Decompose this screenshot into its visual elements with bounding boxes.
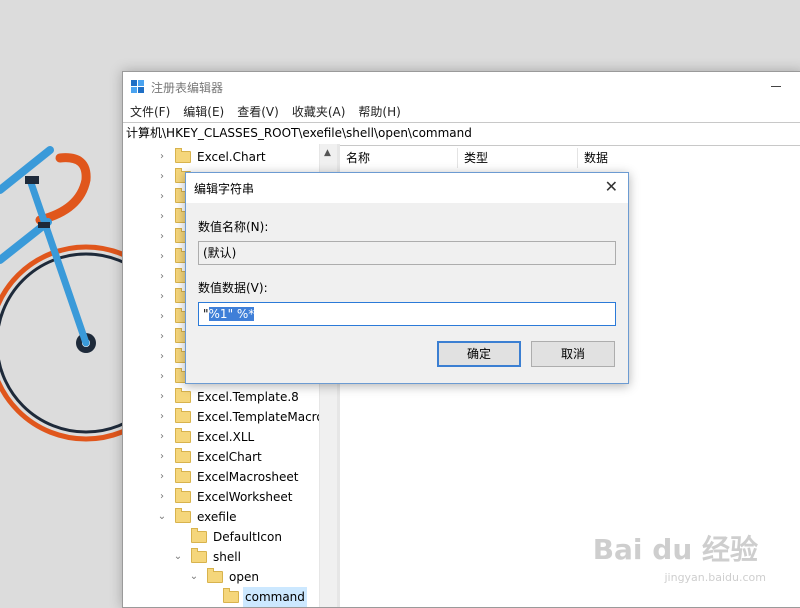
tree-item[interactable]: › ExcelWorksheet xyxy=(157,487,295,507)
tree-item-label: DefaultIcon xyxy=(213,530,282,544)
tree-item[interactable]: ⌄ shell xyxy=(173,547,243,567)
value-data-selection: %1" %* xyxy=(208,307,255,321)
folder-icon xyxy=(175,428,191,443)
column-header-name[interactable]: 名称 xyxy=(340,148,458,168)
window-title: 注册表编辑器 xyxy=(151,81,224,95)
dialog-title: 编辑字符串 xyxy=(194,182,255,196)
value-name-field: (默认) xyxy=(198,241,616,265)
folder-icon xyxy=(191,528,207,543)
dialog-body: 数值名称(N): (默认) 数值数据(V): "%1" %* 确定 取消 xyxy=(186,203,628,383)
column-header-type[interactable]: 类型 xyxy=(458,148,578,168)
folder-icon xyxy=(191,548,207,563)
chevron-right-icon[interactable]: › xyxy=(157,287,167,307)
chevron-right-icon[interactable]: › xyxy=(157,247,167,267)
baidu-watermark-url: jingyan.baidu.com xyxy=(664,571,766,584)
tree-item[interactable]: ⌄ exefile xyxy=(157,507,239,527)
tree-item[interactable]: › ExcelChart xyxy=(157,447,264,467)
chevron-right-icon[interactable]: › xyxy=(157,227,167,247)
chevron-right-icon[interactable]: › xyxy=(157,167,167,187)
tree-item-label: ExcelMacrosheet xyxy=(197,470,299,484)
tree-item[interactable]: › Excel.Chart xyxy=(157,147,268,167)
menu-file[interactable]: 文件(F) xyxy=(123,102,176,122)
menu-help[interactable]: 帮助(H) xyxy=(351,102,406,122)
tree-item[interactable]: › Excel.TemplateMacroE xyxy=(157,407,333,427)
menu-bar: 文件(F) 编辑(E) 查看(V) 收藏夹(A) 帮助(H) xyxy=(123,102,800,122)
title-bar: 注册表编辑器 xyxy=(123,72,800,102)
chevron-right-icon[interactable]: › xyxy=(157,427,167,447)
folder-icon xyxy=(175,448,191,463)
tree-item-label: command xyxy=(243,587,307,607)
tree-item-label: shell xyxy=(213,550,241,564)
tree-item-label: ExcelWorksheet xyxy=(197,490,293,504)
chevron-right-icon[interactable]: › xyxy=(157,387,167,407)
folder-icon xyxy=(175,488,191,503)
tree-item[interactable]: › ExcelMacrosheet xyxy=(157,467,300,487)
folder-icon xyxy=(223,588,239,603)
folder-icon xyxy=(175,388,191,403)
tree-item-label: Excel.Chart xyxy=(197,150,266,164)
chevron-down-icon[interactable]: ⌄ xyxy=(173,547,183,567)
folder-icon xyxy=(175,468,191,483)
chevron-right-icon[interactable]: › xyxy=(157,267,167,287)
chevron-right-icon[interactable]: › xyxy=(157,347,167,367)
close-icon[interactable]: ✕ xyxy=(605,177,618,196)
value-data-label: 数值数据(V): xyxy=(198,281,268,295)
chevron-right-icon[interactable]: › xyxy=(157,307,167,327)
tree-item-label: ExcelChart xyxy=(197,450,262,464)
edit-string-dialog: 编辑字符串 ✕ 数值名称(N): (默认) 数值数据(V): "%1" %* 确… xyxy=(185,172,629,384)
chevron-right-icon[interactable]: › xyxy=(157,327,167,347)
folder-icon xyxy=(175,148,191,163)
chevron-right-icon[interactable]: › xyxy=(157,187,167,207)
column-header-data[interactable]: 数据 xyxy=(578,148,698,168)
address-bar[interactable]: 计算机\HKEY_CLASSES_ROOT\exefile\shell\open… xyxy=(123,122,800,146)
chevron-right-icon[interactable]: › xyxy=(157,467,167,487)
tree-item-label: open xyxy=(229,570,259,584)
chevron-right-icon[interactable]: › xyxy=(157,367,167,387)
tree-item-label: Excel.XLL xyxy=(197,430,255,444)
value-name-label: 数值名称(N): xyxy=(198,220,269,234)
folder-icon xyxy=(207,568,223,583)
menu-favorites[interactable]: 收藏夹(A) xyxy=(285,102,352,122)
tree-item-label: exefile xyxy=(197,510,237,524)
value-data-prefix: " xyxy=(203,307,209,321)
ok-button[interactable]: 确定 xyxy=(437,341,521,367)
menu-edit[interactable]: 编辑(E) xyxy=(176,102,230,122)
chevron-right-icon[interactable]: › xyxy=(157,147,167,167)
chevron-down-icon[interactable]: ⌄ xyxy=(189,567,199,587)
value-data-input[interactable]: "%1" %* xyxy=(198,302,616,326)
regedit-app-icon xyxy=(131,80,144,93)
folder-icon xyxy=(175,408,191,423)
folder-icon xyxy=(175,508,191,523)
cancel-button[interactable]: 取消 xyxy=(531,341,615,367)
tree-item[interactable]: DefaultIcon xyxy=(173,527,284,547)
wallpaper-bicycle xyxy=(0,146,130,442)
tree-item-label: Excel.Template.8 xyxy=(197,390,299,404)
minimize-button[interactable] xyxy=(771,86,781,87)
tree-item[interactable]: › Excel.Template.8 xyxy=(157,387,301,407)
chevron-down-icon[interactable]: ⌄ xyxy=(157,507,167,527)
chevron-right-icon[interactable]: › xyxy=(157,407,167,427)
menu-view[interactable]: 查看(V) xyxy=(230,102,285,122)
scroll-up-icon[interactable]: ▲ xyxy=(324,148,331,158)
baidu-watermark: Bai du 经验 xyxy=(592,533,758,566)
tree-item[interactable]: command xyxy=(205,587,307,607)
chevron-right-icon[interactable]: › xyxy=(157,487,167,507)
tree-item-label: Excel.TemplateMacroE xyxy=(197,410,332,424)
tree-item[interactable]: ⌄ open xyxy=(189,567,261,587)
tree-item[interactable]: › Excel.XLL xyxy=(157,427,256,447)
chevron-right-icon[interactable]: › xyxy=(157,207,167,227)
chevron-right-icon[interactable]: › xyxy=(157,447,167,467)
